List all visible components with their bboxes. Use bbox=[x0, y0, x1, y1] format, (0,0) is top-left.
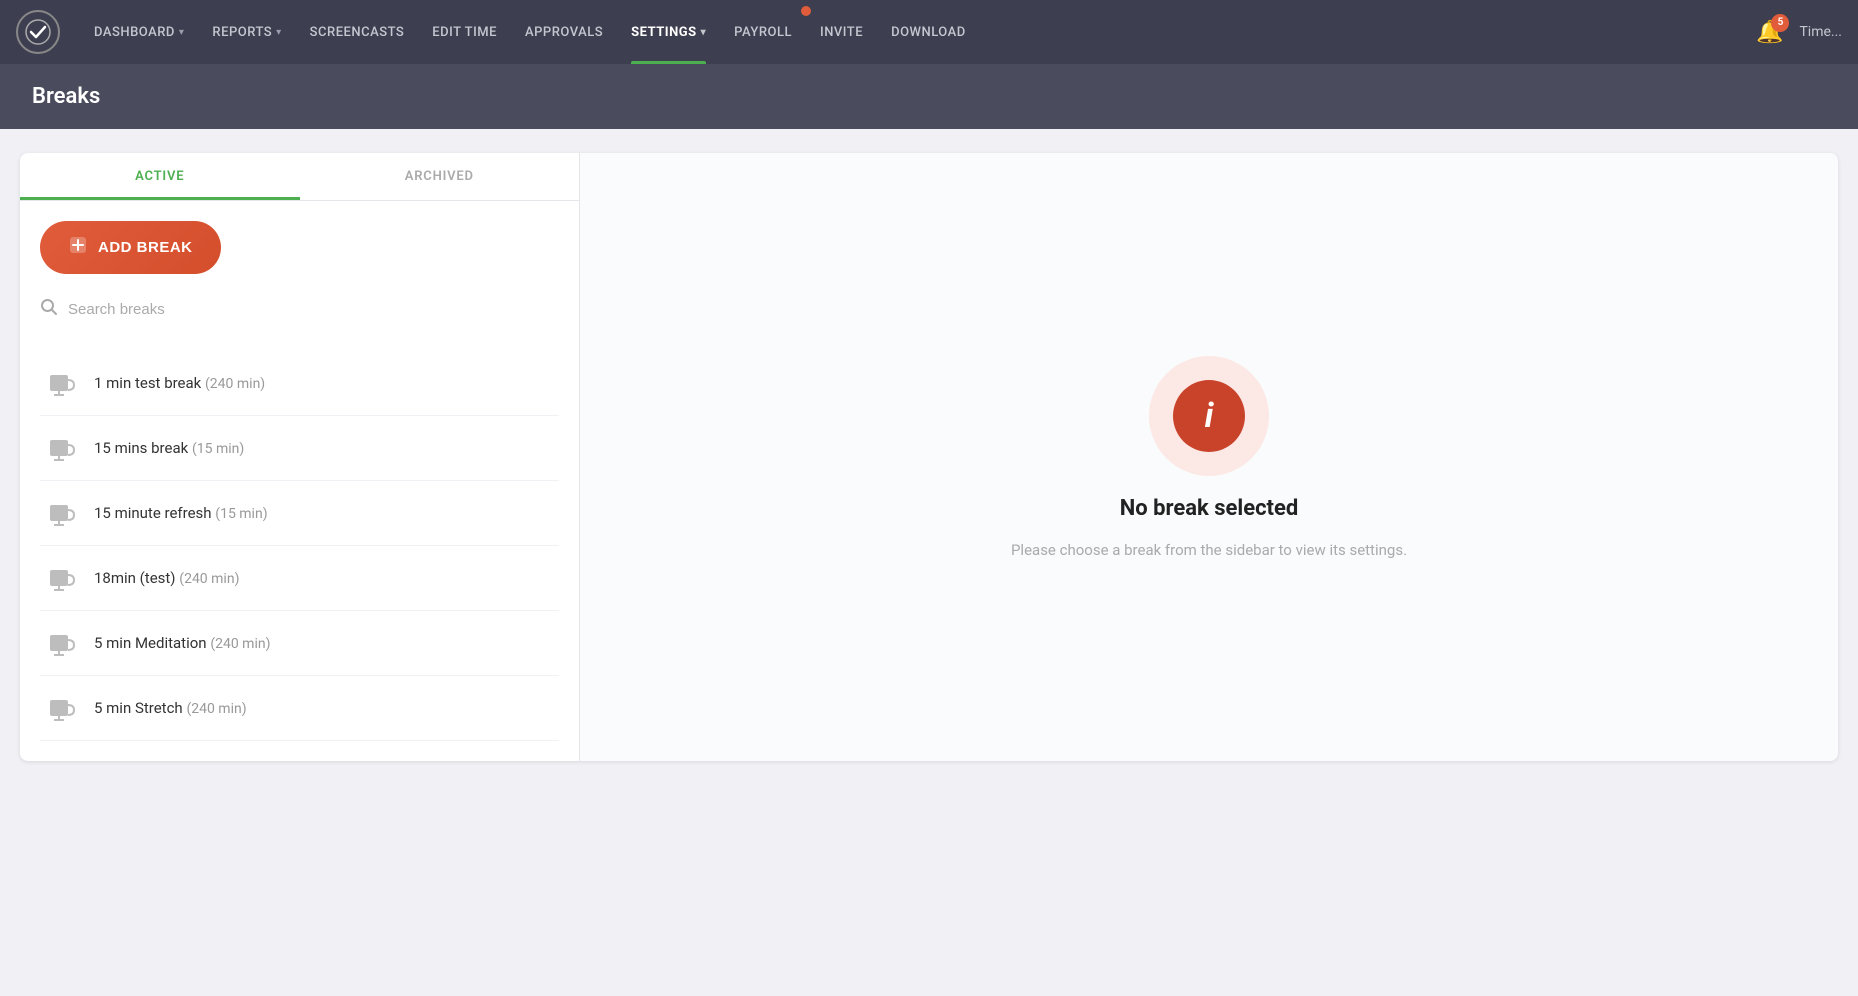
list-item[interactable]: 5 min Stretch (240 min) bbox=[40, 676, 559, 741]
add-break-button[interactable]: ADD BREAK bbox=[40, 221, 221, 274]
nav-right: 🔔 5 Time... bbox=[1756, 20, 1842, 45]
nav-item-download[interactable]: DOWNLOAD bbox=[877, 0, 980, 64]
nav-item-settings[interactable]: SETTINGS ▾ bbox=[617, 0, 720, 64]
page-title: Breaks bbox=[32, 84, 1826, 109]
notification-bell[interactable]: 🔔 5 bbox=[1756, 20, 1783, 45]
notification-badge: 5 bbox=[1771, 14, 1789, 32]
nav-item-invite[interactable]: INVITE bbox=[806, 0, 877, 64]
navbar: DASHBOARD ▾ REPORTS ▾ SCREENCASTS EDIT T… bbox=[0, 0, 1858, 64]
list-item[interactable]: 15 mins break (15 min) bbox=[40, 416, 559, 481]
user-menu[interactable]: Time... bbox=[1799, 24, 1842, 40]
nav-item-dashboard[interactable]: DASHBOARD ▾ bbox=[80, 0, 198, 64]
break-icon bbox=[44, 690, 80, 726]
plus-icon bbox=[68, 235, 88, 260]
chevron-down-icon: ▾ bbox=[701, 27, 707, 38]
right-panel: i No break selected Please choose a brea… bbox=[580, 153, 1838, 761]
search-icon bbox=[40, 298, 58, 321]
chevron-down-icon: ▾ bbox=[276, 27, 282, 38]
break-icon bbox=[44, 495, 80, 531]
logo[interactable] bbox=[16, 10, 60, 54]
break-icon bbox=[44, 365, 80, 401]
no-selection-subtitle: Please choose a break from the sidebar t… bbox=[1011, 541, 1407, 559]
search-container bbox=[40, 298, 559, 331]
nav-item-approvals[interactable]: APPROVALS bbox=[511, 0, 617, 64]
list-item[interactable]: 5 min Meditation (240 min) bbox=[40, 611, 559, 676]
break-icon bbox=[44, 560, 80, 596]
main-content: ACTIVE ARCHIVED ADD BREAK bbox=[0, 129, 1858, 785]
list-item[interactable]: 18min (test) (240 min) bbox=[40, 546, 559, 611]
break-list: 1 min test break (240 min) bbox=[40, 351, 559, 741]
tabs: ACTIVE ARCHIVED bbox=[20, 153, 579, 201]
break-icon bbox=[44, 430, 80, 466]
nav-item-edit-time[interactable]: EDIT TIME bbox=[418, 0, 511, 64]
no-selection-state: i No break selected Please choose a brea… bbox=[1011, 356, 1407, 559]
list-item[interactable]: 15 minute refresh (15 min) bbox=[40, 481, 559, 546]
no-selection-title: No break selected bbox=[1120, 496, 1299, 521]
sidebar-body: ADD BREAK bbox=[20, 201, 579, 761]
break-icon bbox=[44, 625, 80, 661]
nav-items: DASHBOARD ▾ REPORTS ▾ SCREENCASTS EDIT T… bbox=[80, 0, 1756, 64]
breaks-container: ACTIVE ARCHIVED ADD BREAK bbox=[20, 153, 1838, 761]
nav-item-payroll[interactable]: PAYROLL bbox=[720, 0, 806, 64]
chevron-down-icon: ▾ bbox=[179, 27, 185, 38]
nav-item-screencasts[interactable]: SCREENCASTS bbox=[296, 0, 419, 64]
info-icon: i bbox=[1173, 380, 1245, 452]
page-header: Breaks bbox=[0, 64, 1858, 129]
tab-active[interactable]: ACTIVE bbox=[20, 153, 300, 200]
list-item[interactable]: 1 min test break (240 min) bbox=[40, 351, 559, 416]
tab-archived[interactable]: ARCHIVED bbox=[300, 153, 580, 200]
nav-item-reports[interactable]: REPORTS ▾ bbox=[198, 0, 295, 64]
info-circle-outer: i bbox=[1149, 356, 1269, 476]
breaks-sidebar: ACTIVE ARCHIVED ADD BREAK bbox=[20, 153, 580, 761]
search-input[interactable] bbox=[68, 301, 559, 318]
